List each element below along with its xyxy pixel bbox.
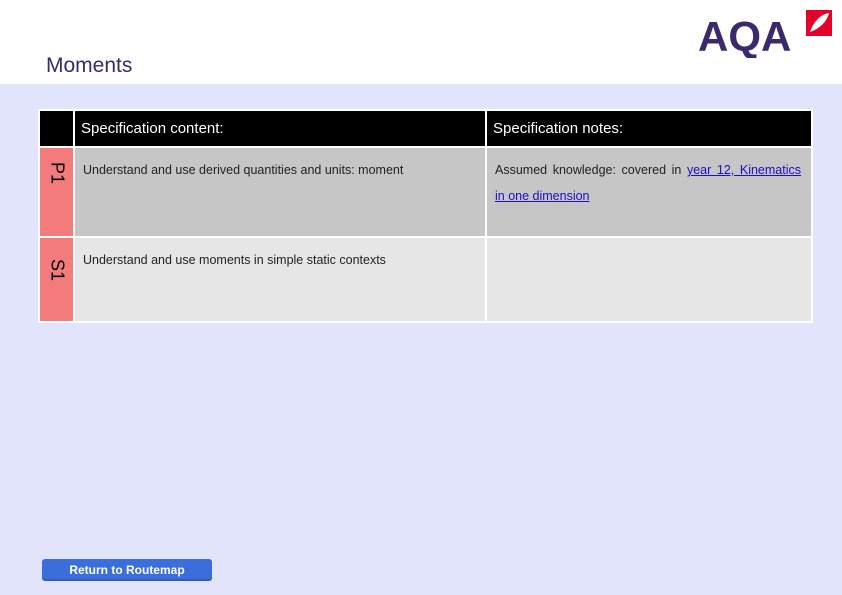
row-tag-p1: P1 (38, 146, 75, 238)
table-header-row: Specification content: Specification not… (38, 109, 813, 148)
row-notes-cell (485, 236, 813, 323)
row-notes-cell: Assumed knowledge: covered in year 12, K… (485, 146, 813, 238)
aqa-logo: AQA (698, 10, 832, 58)
row-tag-label: P1 (47, 161, 67, 184)
header-corner-cell (38, 109, 75, 148)
table-row: S1 Understand and use moments in simple … (38, 236, 813, 323)
row-notes-text (487, 238, 811, 255)
row-tag-label: S1 (47, 258, 67, 281)
row-content-text: Understand and use moments in simple sta… (83, 253, 386, 267)
row-content-cell: Understand and use moments in simple sta… (73, 236, 487, 323)
row-notes-text: Assumed knowledge: covered in year 12, K… (487, 148, 811, 217)
return-to-routemap-button[interactable]: Return to Routemap (42, 559, 212, 581)
header-specification-content: Specification content: (73, 109, 487, 148)
row-content-text: Understand and use derived quantities an… (83, 163, 404, 177)
row-tag-s1: S1 (38, 236, 75, 323)
row-content-cell: Understand and use derived quantities an… (73, 146, 487, 238)
notes-prefix: Assumed knowledge: covered in (495, 163, 687, 177)
page-title: Moments (46, 54, 133, 77)
specification-table: Specification content: Specification not… (38, 109, 813, 323)
aqa-leaf-icon (806, 10, 832, 36)
logo-text: AQA (698, 13, 791, 58)
header-specification-notes: Specification notes: (485, 109, 813, 148)
table-row: P1 Understand and use derived quantities… (38, 146, 813, 238)
